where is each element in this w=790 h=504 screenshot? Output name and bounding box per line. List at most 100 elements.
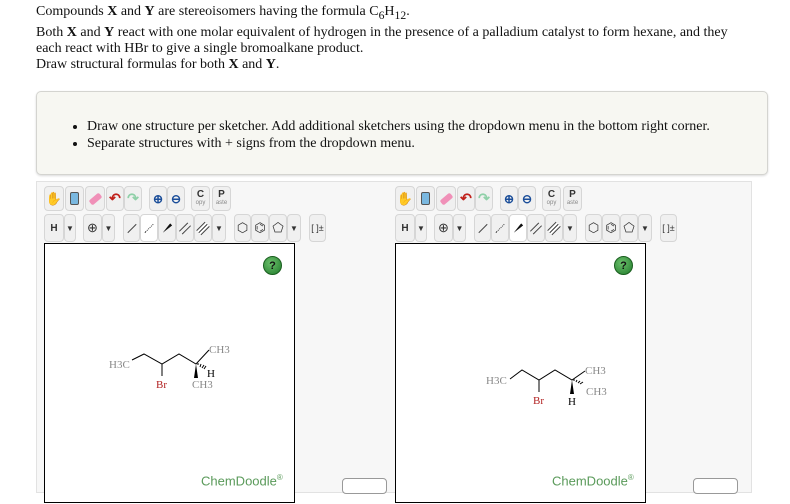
cyclohexane-button[interactable]: ⬡ [585,214,602,242]
brand-mark: ® [276,473,283,482]
caret-down-icon: ▼ [290,223,298,233]
molecule-y: H3C Br CH3 CH3 H [486,365,607,408]
hashed-bond-icon [144,223,154,233]
undo-button[interactable]: ↶ [457,186,475,211]
charge-button[interactable]: ⊕ [83,214,102,242]
sketchers-frame: ✋ ↶ ↷ ⊕ ⊖ Copy Paste H ▼ ⊕ ▼ ▼ ⬡ ⌬ ⬠ ▼ [… [36,181,752,503]
chemdoodle-brand: ChemDoodle® [552,473,634,488]
flask-icon [421,192,430,205]
bracket-charge-button[interactable]: [ ]± [309,214,326,242]
caret-down-icon: ▼ [66,223,74,233]
double-bond-button[interactable] [176,214,194,242]
paste-button[interactable]: Paste [212,186,231,211]
h-label: H [50,222,58,234]
hashed-bond-button[interactable] [140,214,158,242]
atom-dropdown[interactable]: ▼ [64,214,76,242]
undo-icon: ↶ [460,190,472,206]
charge-label: ⊕ [438,220,449,235]
ch3-label: CH3 [585,365,606,377]
zoom-out-button[interactable]: ⊖ [518,186,536,211]
double-bond-button[interactable] [527,214,545,242]
benzene-button[interactable]: ⌬ [251,214,269,242]
h-label: H [401,222,409,234]
question-line-3: each react with HBr to give a single bro… [36,41,364,56]
hashed-bond-button[interactable] [491,214,509,242]
triple-bond-icon [196,221,210,235]
zoom-out-icon: ⊖ [170,191,182,206]
brand-text: ChemDoodle [552,473,628,489]
h3c-label: H3C [109,359,130,371]
zoom-in-icon: ⊕ [152,191,164,206]
sketcher-1: ✋ ↶ ↷ ⊕ ⊖ Copy Paste H ▼ ⊕ ▼ ▼ ⬡ ⌬ ⬠ ▼ [… [37,182,392,503]
double-bond-icon [178,221,192,235]
ch3-label: CH3 [586,386,607,398]
single-bond-icon [477,223,488,233]
zoom-out-button[interactable]: ⊖ [167,186,185,211]
hashed-bond-icon [495,223,505,233]
charge-label: ⊕ [87,220,98,235]
caret-down-icon: ▼ [455,223,464,233]
charge-dropdown[interactable]: ▼ [102,214,115,242]
caret-down-icon: ▼ [566,223,574,233]
paste-label: P [569,188,576,200]
instruction-item: Separate structures with + signs from th… [87,135,710,152]
copy-button[interactable]: Copy [191,186,210,211]
eraser-button[interactable] [85,186,105,211]
pan-tool-button[interactable]: ✋ [395,186,415,211]
double-bond-icon [529,221,543,235]
single-bond-button[interactable] [123,214,140,242]
ring-dropdown[interactable]: ▼ [638,214,652,242]
charge-dropdown[interactable]: ▼ [453,214,466,242]
hexagon-icon: ⬡ [587,220,600,235]
hydrogen-atom-button[interactable]: H [44,214,64,242]
eraser-button[interactable] [436,186,456,211]
paste-button[interactable]: Paste [563,186,582,211]
bracket-label: [ ]± [662,223,675,233]
ch3-label: CH3 [192,379,213,391]
caret-down-icon: ▼ [417,223,425,233]
brand-text: ChemDoodle [201,473,277,489]
wedge-bond-button[interactable] [158,214,176,242]
undo-button[interactable]: ↶ [106,186,124,211]
instructions-box: Draw one structure per sketcher. Add add… [36,91,768,175]
ring-dropdown[interactable]: ▼ [287,214,301,242]
redo-button[interactable]: ↷ [475,186,493,211]
hand-icon: ✋ [45,190,63,206]
wedge-bond-icon [162,223,173,234]
clear-button[interactable] [65,186,84,211]
redo-button[interactable]: ↷ [124,186,142,211]
copy-label: C [196,188,205,200]
add-sketcher-dropdown[interactable] [342,478,387,494]
triple-bond-button[interactable] [545,214,563,242]
triple-bond-icon [547,221,561,235]
pentagon-icon: ⬠ [623,220,635,235]
clear-button[interactable] [416,186,435,211]
benzene-icon: ⌬ [254,220,266,235]
triple-bond-button[interactable] [194,214,212,242]
zoom-out-icon: ⊖ [521,191,533,206]
single-bond-button[interactable] [474,214,491,242]
hydrogen-atom-button[interactable]: H [395,214,415,242]
eraser-icon [439,192,453,205]
charge-button[interactable]: ⊕ [434,214,453,242]
add-sketcher-dropdown[interactable] [693,478,738,494]
pan-tool-button[interactable]: ✋ [44,186,64,211]
bracket-charge-button[interactable]: [ ]± [660,214,677,242]
cyclohexane-button[interactable]: ⬡ [234,214,251,242]
wedge-bond-button[interactable] [509,214,527,242]
cyclopentane-button[interactable]: ⬠ [620,214,638,242]
benzene-button[interactable]: ⌬ [602,214,620,242]
zoom-in-button[interactable]: ⊕ [500,186,518,211]
atom-dropdown[interactable]: ▼ [415,214,427,242]
paste-label: P [218,188,225,200]
question-line-4: Draw structural formulas for both X and … [36,57,280,72]
bond-dropdown[interactable]: ▼ [212,214,226,242]
h3c-label: H3C [486,375,507,387]
cyclopentane-button[interactable]: ⬠ [269,214,287,242]
sketcher-canvas[interactable]: ? H3C Br CH3 H CH3 ChemDoodle® [44,243,295,503]
bond-dropdown[interactable]: ▼ [563,214,577,242]
eraser-icon [88,192,102,205]
sketcher-canvas[interactable]: ? H3C Br CH3 CH3 H ChemDoodle® [395,243,646,503]
copy-button[interactable]: Copy [542,186,561,211]
zoom-in-button[interactable]: ⊕ [149,186,167,211]
